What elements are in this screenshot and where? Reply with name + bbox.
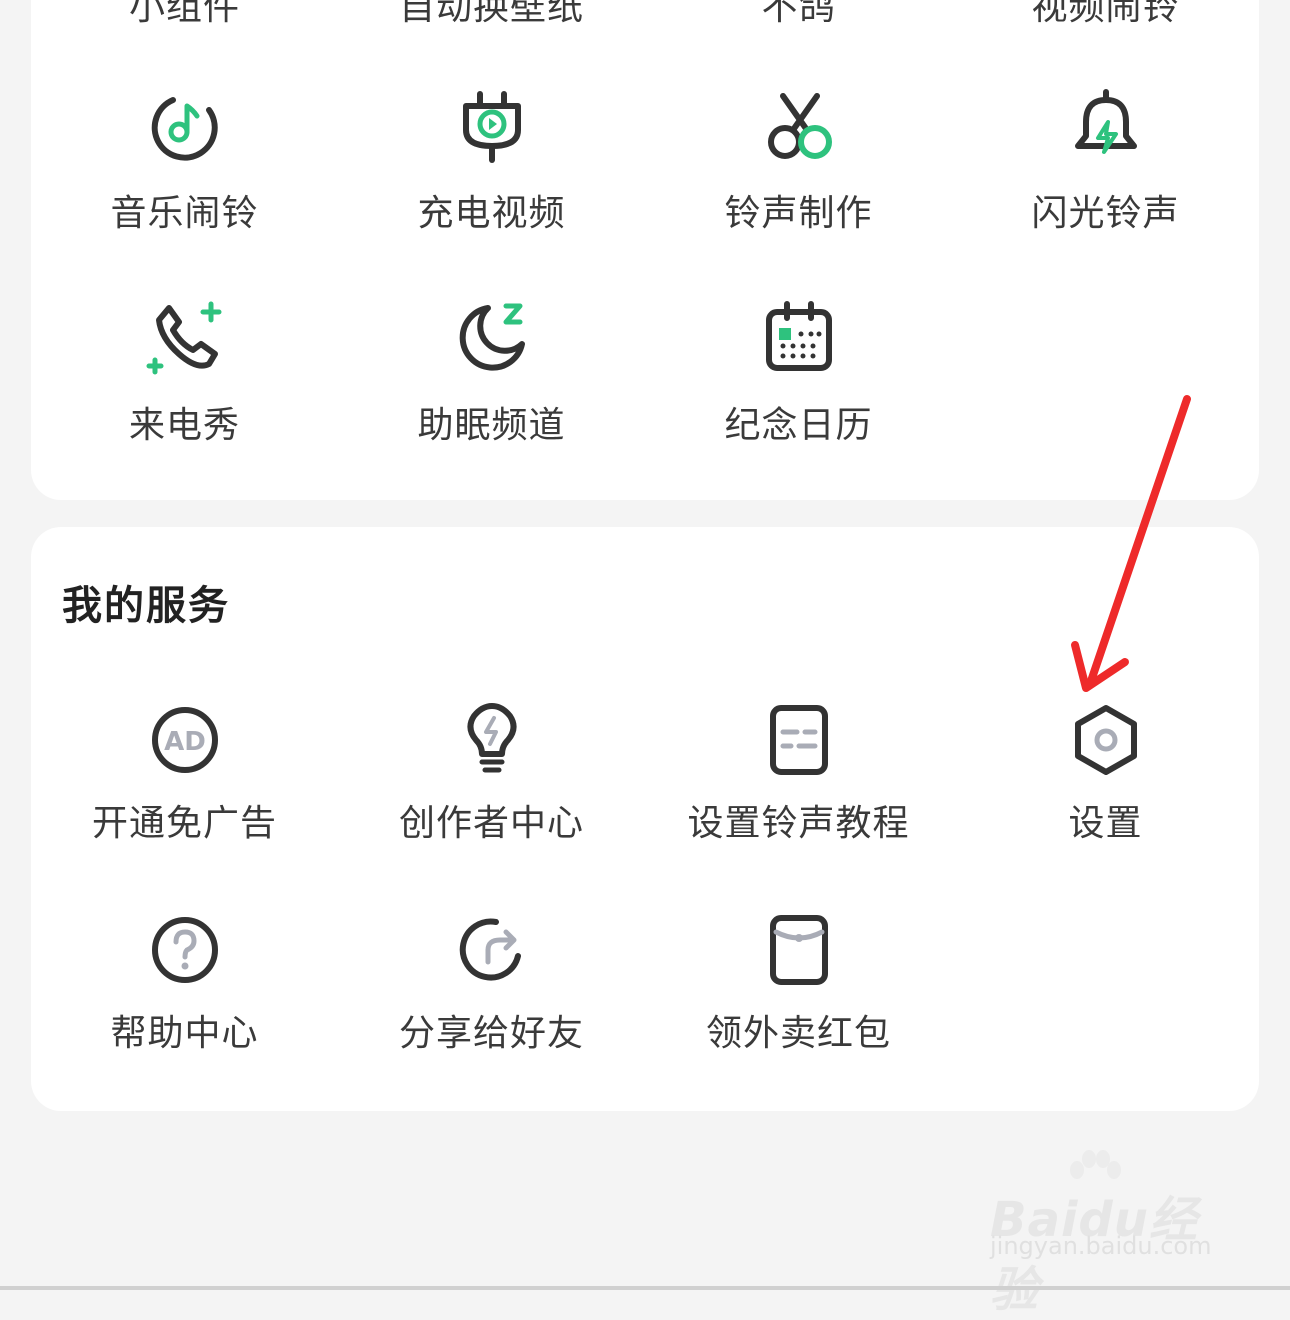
flash-bell-icon — [1074, 89, 1137, 154]
service-red-packet[interactable]: 领外卖红包 — [645, 910, 952, 1054]
tool-label: 充电视频 — [417, 193, 566, 234]
tool-anniversary-calendar[interactable]: 纪念日历 — [645, 298, 952, 446]
tool-label: 小组件 — [128, 0, 240, 28]
service-label: 设置 — [1068, 803, 1143, 844]
service-share[interactable]: 分享给好友 — [338, 910, 645, 1054]
moon-sleep-icon — [459, 303, 525, 371]
bottom-divider — [0, 1286, 1290, 1290]
share-icon — [459, 918, 521, 981]
service-label: 分享给好友 — [398, 1013, 584, 1054]
charging-video-icon — [462, 91, 521, 163]
service-ringtone-tutorial[interactable]: 设置铃声教程 — [645, 700, 952, 844]
section-title: 我的服务 — [62, 583, 230, 629]
service-remove-ads[interactable]: AD 开通免广告 — [31, 700, 338, 844]
tool-label: 助眠频道 — [417, 405, 566, 446]
tool-label: 闪光铃声 — [1031, 193, 1180, 234]
red-packet-icon — [769, 915, 828, 985]
tool-label: 纪念日历 — [724, 405, 873, 446]
lightbulb-icon — [467, 703, 516, 773]
tool-label: 自动换壁纸 — [398, 0, 584, 28]
tool-music-alarm[interactable]: 音乐闹铃 — [31, 86, 338, 234]
service-creator-center[interactable]: 创作者中心 — [338, 700, 645, 844]
tool-ringtone-make[interactable]: 铃声制作 — [645, 86, 952, 234]
tool-call-show[interactable]: 来电秀 — [31, 298, 338, 446]
tool-label: 音乐闹铃 — [110, 193, 259, 234]
service-label: 创作者中心 — [398, 803, 584, 844]
svg-text:AD: AD — [164, 727, 206, 757]
tools-card: 小组件 自动换壁纸 不鸽 视频闹铃 音乐闹铃 充电视频 铃声制作 闪光铃声 来电… — [31, 0, 1259, 500]
service-label: 领外卖红包 — [705, 1013, 891, 1054]
calendar-icon — [765, 301, 832, 371]
tool-label: 来电秀 — [128, 405, 240, 446]
ad-icon: AD — [151, 707, 218, 773]
tool-label: 铃声制作 — [724, 193, 873, 234]
tool-sleep-channel[interactable]: 助眠频道 — [338, 298, 645, 446]
service-settings[interactable]: 设置 — [952, 700, 1259, 844]
tool-label: 不鸽 — [761, 0, 836, 28]
service-label: 开通免广告 — [91, 803, 277, 844]
tool-flash-ringtone[interactable]: 闪光铃声 — [952, 86, 1259, 234]
tutorial-icon — [769, 705, 828, 775]
service-label: 帮助中心 — [110, 1013, 259, 1054]
watermark-url: jingyan.baidu.com — [990, 1232, 1212, 1260]
tool-label: 视频闹铃 — [1031, 0, 1180, 28]
music-alarm-icon — [151, 97, 218, 161]
scissors-icon — [767, 93, 832, 159]
settings-hexagon-icon — [1074, 705, 1137, 775]
service-help-center[interactable]: 帮助中心 — [31, 910, 338, 1054]
phone-call-icon — [146, 301, 221, 375]
service-label: 设置铃声教程 — [687, 803, 910, 844]
question-icon — [151, 917, 218, 983]
services-card: 我的服务 AD 开通免广告 创作者中心 设置铃声教程 设置 帮助中心 分享给好友… — [31, 527, 1259, 1111]
baidu-watermark: Baidu经验 jingyan.baidu.com — [985, 1150, 1235, 1318]
tool-charging-video[interactable]: 充电视频 — [338, 86, 645, 234]
